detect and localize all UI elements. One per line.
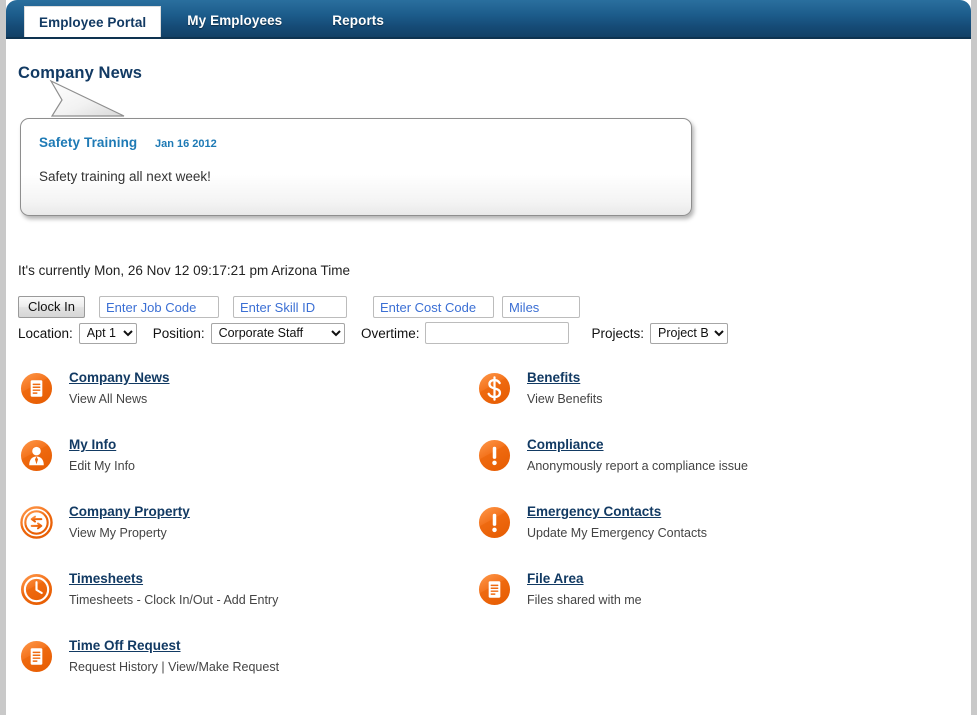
quick-link-subtitle: View Benefits: [527, 392, 603, 406]
quick-link-title[interactable]: File Area: [527, 571, 584, 586]
projects-label: Projects:: [591, 325, 644, 341]
skill-id-input[interactable]: [232, 296, 347, 318]
quick-link-title[interactable]: My Info: [69, 437, 116, 452]
document-icon: [20, 640, 53, 673]
news-body: Safety training all next week!: [39, 169, 211, 184]
location-select[interactable]: Apt 1: [78, 322, 137, 344]
exclamation-icon: [478, 506, 511, 539]
quick-links-left-column: Company News View All News My Info Edit My …: [20, 369, 460, 704]
cost-code-input[interactable]: [372, 296, 494, 318]
quick-link-item[interactable]: Timesheets Timesheets - Clock In/Out - Ad…: [20, 570, 460, 637]
callout-tail-icon: [49, 79, 125, 117]
portal-page: Employee Portal My Employees Reports Com…: [6, 0, 971, 715]
dollar-icon: [478, 372, 511, 405]
clock-in-row: Clock In: [18, 296, 580, 318]
news-headline[interactable]: Safety Training: [39, 135, 137, 150]
quick-link-title[interactable]: Timesheets: [69, 571, 143, 586]
quick-link-subtitle: Files shared with me: [527, 593, 642, 607]
quick-link-subtitle: Request History | View/Make Request: [69, 660, 280, 674]
quick-link-title[interactable]: Company Property: [69, 504, 190, 519]
clock-icon: [20, 573, 53, 606]
quick-link-title[interactable]: Company News: [69, 370, 170, 385]
exclamation-icon: [478, 506, 511, 539]
exclamation-icon: [478, 439, 511, 472]
person-icon: [20, 439, 53, 472]
quick-link-subtitle: View My Property: [69, 526, 167, 540]
clock-in-fields-row: Location: Apt 1 Position: Corporate Staf…: [18, 322, 728, 344]
quick-links-right-column: Benefits View Benefits Compliance Anonymous…: [478, 369, 938, 637]
quick-link-item[interactable]: Company Property View My Property: [20, 503, 460, 570]
document-icon: [478, 573, 511, 606]
projects-select[interactable]: Project B: [650, 322, 728, 344]
quick-link-title[interactable]: Benefits: [527, 370, 580, 385]
document-icon: [20, 372, 53, 405]
company-news-callout: Safety Training Jan 16 2012 Safety train…: [16, 79, 716, 225]
quick-link-subtitle: View All News: [69, 392, 148, 406]
dollar-icon: [478, 372, 511, 405]
document-icon: [20, 372, 53, 405]
job-code-input[interactable]: [98, 296, 219, 318]
quick-link-subtitle: Anonymously report a compliance issue: [527, 459, 748, 473]
tab-employee-portal[interactable]: Employee Portal: [24, 6, 162, 39]
document-icon: [478, 573, 511, 606]
exchange-arrows-icon: [20, 506, 53, 539]
position-label: Position:: [152, 325, 205, 341]
news-bubble: Safety Training Jan 16 2012 Safety train…: [20, 118, 692, 216]
page-edge-right: [971, 0, 977, 715]
quick-link-item[interactable]: Benefits View Benefits: [478, 369, 938, 436]
quick-link-subtitle: Timesheets - Clock In/Out - Add Entry: [69, 593, 279, 607]
exclamation-icon: [478, 439, 511, 472]
tab-reports[interactable]: Reports: [332, 14, 384, 28]
quick-link-item[interactable]: Emergency Contacts Update My Emergency Co…: [478, 503, 938, 570]
quick-link-item[interactable]: Company News View All News: [20, 369, 460, 436]
quick-link-item[interactable]: My Info Edit My Info: [20, 436, 460, 503]
person-icon: [20, 439, 53, 472]
quick-link-item[interactable]: Time Off Request Request History | View/M…: [20, 637, 460, 704]
quick-link-title[interactable]: Emergency Contacts: [527, 504, 661, 519]
document-icon: [20, 640, 53, 673]
clock-icon: [20, 573, 53, 606]
nav-tab-list: Employee Portal My Employees Reports: [6, 0, 384, 39]
quick-link-subtitle: Edit My Info: [69, 459, 135, 473]
tab-my-employees[interactable]: My Employees: [187, 14, 282, 28]
miles-input[interactable]: [501, 296, 580, 318]
current-time-text: It's currently Mon, 26 Nov 12 09:17:21 p…: [18, 263, 350, 278]
location-label: Location:: [18, 325, 73, 341]
news-date: Jan 16 2012: [155, 138, 217, 150]
exchange-arrows-icon: [20, 506, 53, 539]
quick-link-title[interactable]: Compliance: [527, 437, 604, 452]
overtime-label: Overtime:: [360, 325, 420, 341]
content-area: Company News Safety Training Jan 16 2012…: [6, 39, 971, 715]
position-select[interactable]: Corporate Staff: [210, 322, 345, 344]
clock-in-button[interactable]: Clock In: [18, 296, 85, 318]
top-navigation-bar: Employee Portal My Employees Reports: [6, 0, 971, 39]
quick-link-title[interactable]: Time Off Request: [69, 638, 181, 653]
quick-link-subtitle: Update My Emergency Contacts: [527, 526, 707, 540]
overtime-input[interactable]: [425, 322, 570, 344]
quick-link-item[interactable]: Compliance Anonymously report a complianc…: [478, 436, 938, 503]
quick-link-item[interactable]: File Area Files shared with me: [478, 570, 938, 637]
